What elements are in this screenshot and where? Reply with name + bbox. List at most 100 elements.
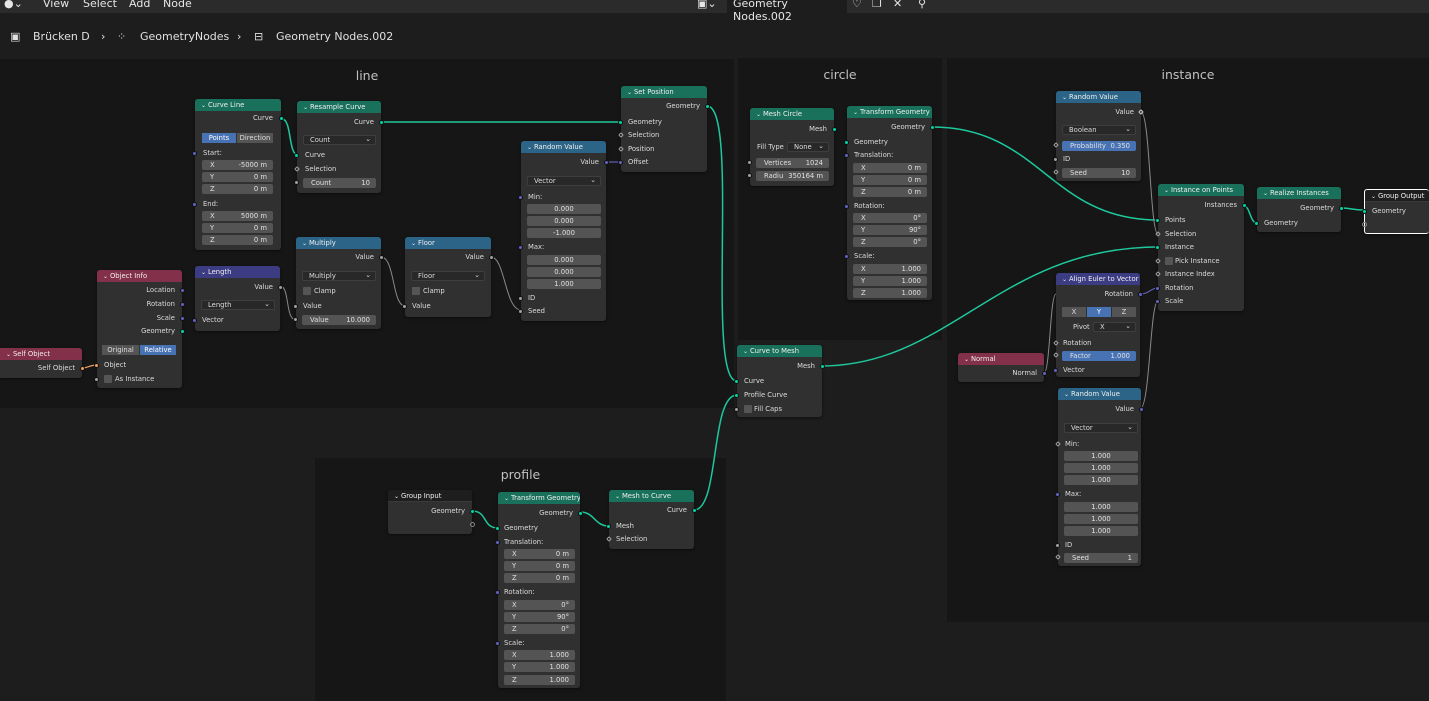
scale-y-field[interactable]: Y 1.000 xyxy=(504,662,575,672)
socket[interactable] xyxy=(1155,218,1160,223)
socket[interactable] xyxy=(294,153,299,158)
seed-field[interactable]: Seed 10 xyxy=(1062,168,1136,178)
socket[interactable] xyxy=(278,285,283,290)
socket[interactable] xyxy=(192,318,197,323)
socket[interactable] xyxy=(518,195,523,200)
radius-field[interactable]: Radiu 350164 m xyxy=(756,171,829,181)
socket[interactable] xyxy=(1362,209,1367,214)
min-z-field[interactable]: -1.000 xyxy=(527,228,601,238)
socket[interactable] xyxy=(1053,368,1058,373)
max-y-field[interactable]: 1.000 xyxy=(1064,514,1138,524)
clamp-checkbox[interactable] xyxy=(412,287,420,295)
socket[interactable] xyxy=(180,288,185,293)
socket[interactable] xyxy=(705,104,710,109)
translation-z-field[interactable]: Z0 m xyxy=(504,573,575,583)
socket[interactable] xyxy=(747,160,752,165)
socket[interactable] xyxy=(192,151,197,156)
node-header[interactable]: Random Value xyxy=(1056,91,1141,103)
node-header[interactable]: Transform Geometry xyxy=(498,492,580,504)
min-z-field[interactable]: 1.000 xyxy=(1064,475,1138,485)
socket[interactable] xyxy=(1042,371,1047,376)
min-x-field[interactable]: 0.000 xyxy=(527,204,601,214)
node-header[interactable]: Mesh Circle xyxy=(750,108,834,120)
node-header[interactable]: Floor xyxy=(405,237,491,249)
socket[interactable] xyxy=(604,160,609,165)
count-field[interactable]: Count 10 xyxy=(303,178,376,188)
socket[interactable] xyxy=(844,254,849,259)
max-y-field[interactable]: 0.000 xyxy=(527,267,601,277)
min-y-field[interactable]: 1.000 xyxy=(1064,463,1138,473)
socket[interactable] xyxy=(930,125,935,130)
node-header[interactable]: Multiply xyxy=(296,237,381,249)
pivot-dropdown[interactable]: X xyxy=(1093,322,1136,332)
max-x-field[interactable]: 0.000 xyxy=(527,255,601,265)
node-multiply[interactable]: Multiply Value Multiply Clamp Value Valu… xyxy=(293,237,384,329)
socket[interactable] xyxy=(1138,292,1143,297)
socket[interactable] xyxy=(734,379,739,384)
socket[interactable] xyxy=(844,204,849,209)
node-floor[interactable]: Floor Value Floor Clamp Value xyxy=(402,237,494,317)
node-length[interactable]: Length Value Length Vector xyxy=(192,266,283,331)
end-z-field[interactable]: Z0 m xyxy=(202,235,273,245)
mode-dropdown[interactable]: Count xyxy=(303,135,376,145)
socket[interactable] xyxy=(192,202,197,207)
relative-button[interactable]: Relative xyxy=(140,345,176,355)
socket[interactable] xyxy=(518,296,523,301)
socket[interactable] xyxy=(1339,206,1344,211)
type-dropdown[interactable]: Vector xyxy=(527,176,601,186)
socket[interactable] xyxy=(578,511,583,516)
axis-x-button[interactable]: X xyxy=(1062,307,1086,317)
node-random-value-vector[interactable]: Random Value Value Vector Min: 0.000 0.0… xyxy=(518,141,609,321)
node-group-output[interactable]: Group Output Geometry xyxy=(1362,189,1429,234)
scale-y-field[interactable]: Y 1.000 xyxy=(853,276,927,286)
node-header[interactable]: Random Value xyxy=(1058,388,1141,400)
node-random-value-vector-2[interactable]: Random Value Value Vector Min: 1.000 1.0… xyxy=(1055,388,1144,566)
factor-field[interactable]: Factor 1.000 xyxy=(1062,351,1136,361)
socket[interactable] xyxy=(518,245,523,250)
node-mesh-circle[interactable]: Mesh Circle Mesh Fill Type None Vertices… xyxy=(747,108,837,186)
socket[interactable] xyxy=(606,524,611,529)
scale-z-field[interactable]: Z 1.000 xyxy=(853,288,927,298)
node-group-input[interactable]: Group Input Geometry xyxy=(388,490,475,534)
socket[interactable] xyxy=(379,255,384,260)
translation-x-field[interactable]: X0 m xyxy=(853,163,927,173)
pick-instance-checkbox[interactable] xyxy=(1165,257,1173,265)
fill-caps-checkbox[interactable] xyxy=(744,405,752,413)
socket[interactable] xyxy=(1155,299,1160,304)
node-header[interactable]: Self Object xyxy=(0,348,82,360)
type-dropdown[interactable]: Boolean xyxy=(1062,125,1136,135)
node-transform-geometry-profile[interactable]: Transform Geometry Geometry Geometry Tra… xyxy=(495,492,583,688)
socket[interactable] xyxy=(379,120,384,125)
rotation-x-field[interactable]: X 0° xyxy=(504,600,575,610)
socket[interactable] xyxy=(747,173,752,178)
min-y-field[interactable]: 0.000 xyxy=(527,216,601,226)
node-header[interactable]: Group Input xyxy=(388,490,472,502)
translation-y-field[interactable]: Y0 m xyxy=(853,175,927,185)
node-header[interactable]: Align Euler to Vector xyxy=(1056,273,1140,285)
node-header[interactable]: Realize Instances xyxy=(1257,187,1341,199)
socket[interactable] xyxy=(180,302,185,307)
node-header[interactable]: Curve to Mesh xyxy=(737,345,822,357)
socket[interactable] xyxy=(1155,286,1160,291)
clamp-checkbox[interactable] xyxy=(303,287,311,295)
vertices-field[interactable]: Vertices 1024 xyxy=(756,158,829,168)
node-curve-line[interactable]: Curve Line Curve Points Direction Start:… xyxy=(192,99,284,250)
socket[interactable] xyxy=(832,127,837,132)
socket[interactable] xyxy=(618,120,623,125)
socket[interactable] xyxy=(293,304,298,309)
node-header[interactable]: Object Info xyxy=(97,270,182,282)
probability-field[interactable]: Probability 0.350 xyxy=(1062,141,1136,151)
socket[interactable] xyxy=(489,255,494,260)
rotation-y-field[interactable]: Y 90° xyxy=(504,612,575,622)
end-x-field[interactable]: X 5000 m xyxy=(202,211,273,221)
socket[interactable] xyxy=(844,153,849,158)
scale-z-field[interactable]: Z 1.000 xyxy=(504,675,575,685)
value-field[interactable]: Value 10.000 xyxy=(302,315,376,325)
node-resample-curve[interactable]: Resample Curve Curve Count Curve Selecti… xyxy=(294,101,384,193)
node-self-object[interactable]: Self Object Self Object xyxy=(0,348,85,378)
type-dropdown[interactable]: Vector xyxy=(1064,423,1138,433)
translation-x-field[interactable]: X0 m xyxy=(504,549,575,559)
socket[interactable] xyxy=(1055,543,1060,548)
scale-x-field[interactable]: X 1.000 xyxy=(504,650,575,660)
socket[interactable] xyxy=(844,140,849,145)
